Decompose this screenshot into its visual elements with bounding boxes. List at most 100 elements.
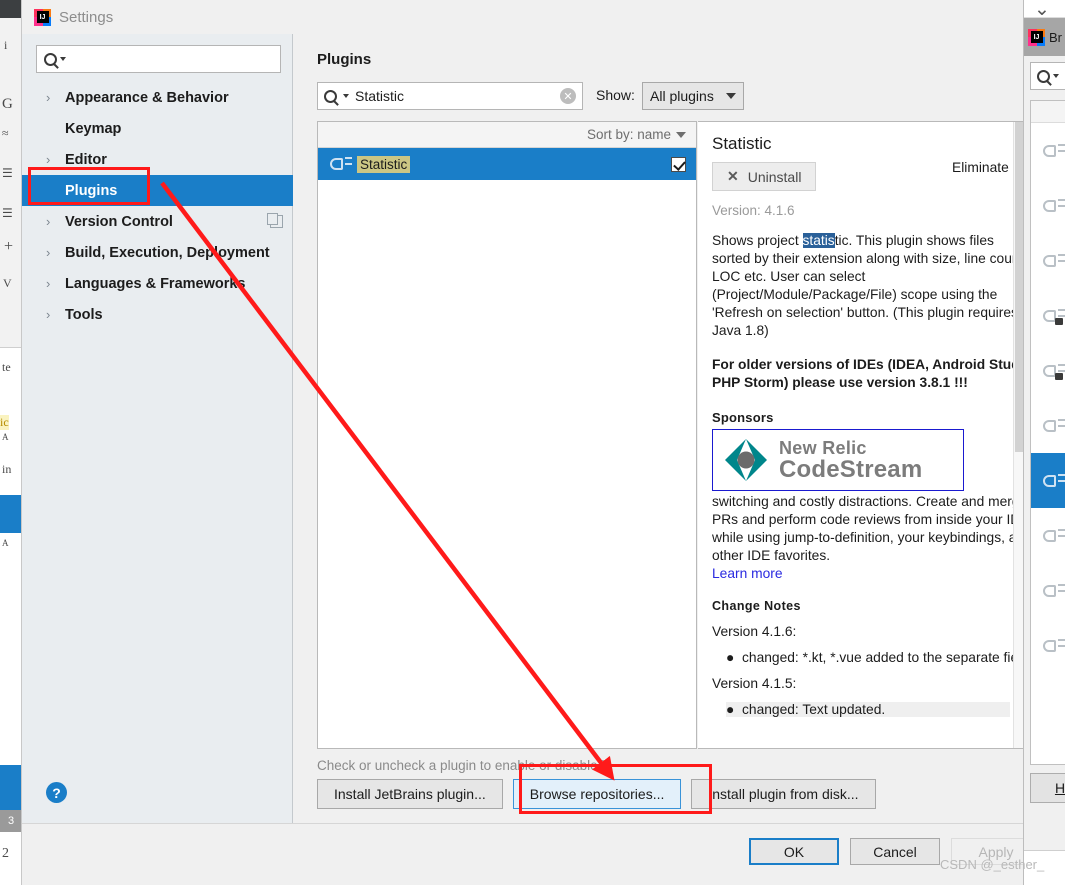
plugin-icon	[1039, 473, 1065, 489]
list-item[interactable]	[1031, 618, 1065, 673]
search-icon	[1037, 69, 1050, 83]
plugin-detail-title: Statistic	[712, 134, 772, 153]
plugin-icon	[1039, 528, 1065, 544]
bg-glyph-in: in	[2, 462, 12, 476]
settings-category-tree: › Appearance & Behavior Keymap › Editor …	[22, 82, 293, 330]
browse-repositories-window-sliver: ⌄ IJ Br H	[1024, 0, 1065, 885]
scrollbar-thumb[interactable]	[1015, 122, 1023, 452]
sidebar-item-label: Appearance & Behavior	[65, 89, 229, 106]
bg-glyph-2: 2	[2, 846, 9, 861]
sidebar-item-plugins[interactable]: Plugins	[22, 175, 293, 206]
sidebar-item-label: Keymap	[65, 120, 122, 137]
settings-dialog: IJ Settings › Appearance & Behavior Keym…	[22, 0, 1024, 885]
plugin-icon	[1039, 363, 1065, 380]
change-note-item: ● changed: Text updated.	[726, 702, 1010, 717]
sidebar-item-keymap[interactable]: Keymap	[22, 113, 293, 144]
change-note-item: ● changed: *.kt, *.vue added to the sepa…	[726, 650, 1024, 665]
sidebar-item-build-execution-deployment[interactable]: › Build, Execution, Deployment	[22, 237, 293, 268]
search-match-highlight: statis	[802, 233, 835, 248]
browse-repositories-button[interactable]: Browse repositories...	[512, 779, 682, 809]
clear-search-icon[interactable]: ✕	[560, 88, 576, 104]
sidebar-item-tools[interactable]: › Tools	[22, 299, 293, 330]
show-filter-value: All plugins	[650, 88, 714, 104]
list-item-selected[interactable]	[1031, 453, 1065, 508]
sponsor-banner[interactable]: New Relic CodeStream	[712, 429, 964, 491]
plugin-enabled-checkbox[interactable]	[671, 156, 686, 172]
screen-root: i G ≈ ☰ ☰ + V te ic A in te A 3 2 IJ Set…	[0, 0, 1065, 885]
sidebar-item-editor[interactable]: › Editor	[22, 144, 293, 175]
background-toolwindow-sliver: i G ≈ ☰ ☰ + V	[0, 18, 21, 348]
list-item[interactable]	[1031, 288, 1065, 343]
close-icon: ✕	[727, 168, 739, 184]
sponsor-name-line2: CodeStream	[779, 455, 923, 483]
background-bottom-sliver: 2	[0, 832, 21, 885]
uninstall-button[interactable]: ✕ Uninstall	[712, 162, 817, 191]
list-item[interactable]	[1031, 123, 1065, 178]
list-item[interactable]	[1031, 398, 1065, 453]
desc-line-pre: Shows project	[712, 233, 803, 248]
background-selected-row-2	[0, 765, 21, 810]
plugin-list: Sort by: name Statistic	[317, 121, 697, 749]
list-item[interactable]	[1031, 178, 1065, 233]
new-relic-logo-icon	[723, 437, 769, 483]
sidebar-item-label: Tools	[65, 306, 103, 323]
plugin-icon	[1039, 418, 1065, 434]
sidebar-item-appearance-behavior[interactable]: › Appearance & Behavior	[22, 82, 293, 113]
change-note-version: Version 4.1.6:	[712, 624, 797, 639]
chevron-down-icon	[726, 93, 736, 99]
plugin-name: Statistic	[357, 155, 411, 173]
desc-line-post: tic. This plugin shows files	[834, 233, 994, 248]
copy-settings-icon[interactable]	[267, 213, 283, 228]
bg-glyph-te: te	[2, 360, 11, 374]
background-help-button[interactable]: H	[1030, 773, 1065, 803]
learn-more-link[interactable]: Learn more	[712, 565, 1010, 583]
sponsor-description: switching and costly distractions. Creat…	[712, 493, 1023, 583]
bg-glyph-g: G	[2, 96, 13, 112]
plugin-description: Shows project statistic. This plugin sho…	[712, 232, 1023, 340]
background-plugin-list	[1030, 100, 1065, 765]
bg-glyph-i: i	[4, 38, 8, 52]
sidebar-item-version-control[interactable]: › Version Control	[22, 206, 293, 237]
chevron-right-icon: ›	[46, 276, 51, 291]
plugin-icon	[1039, 253, 1065, 269]
plugin-search-input[interactable]: Statistic ✕	[317, 82, 583, 110]
list-item[interactable]	[1031, 233, 1065, 288]
sponsor-desc-line: PRs and perform code reviews from inside…	[712, 512, 1021, 527]
ok-button[interactable]: OK	[749, 838, 839, 865]
install-plugin-from-disk-button[interactable]: Install plugin from disk...	[691, 779, 876, 809]
sidebar-item-label: Build, Execution, Deployment	[65, 244, 270, 261]
change-note-version: Version 4.1.5:	[712, 676, 797, 691]
bg-glyph-lines2: ☰	[2, 206, 13, 220]
search-icon	[44, 52, 57, 66]
list-item[interactable]	[1031, 563, 1065, 618]
help-button[interactable]: ?	[46, 782, 67, 803]
bg-glyph-ic: ic	[0, 415, 9, 430]
bg-glyph-a2: A	[2, 538, 9, 548]
background-window-titlebar: IJ Br	[1024, 18, 1065, 56]
plugin-list-header[interactable]: Sort by: name	[318, 122, 696, 148]
sort-by-label: Sort by: name	[586, 127, 671, 142]
background-list-header	[1031, 101, 1065, 123]
list-item[interactable]	[1031, 343, 1065, 398]
details-scrollbar[interactable]	[1013, 122, 1023, 748]
desc-line: Java 1.8)	[712, 323, 769, 338]
plugin-icon	[326, 156, 352, 172]
show-filter-dropdown[interactable]: All plugins	[642, 82, 744, 110]
background-titlebar-sliver	[0, 0, 21, 18]
cancel-button[interactable]: Cancel	[850, 838, 940, 865]
plugin-details-panel: Statistic ✕ Uninstall Version: 4.1.6 Sho…	[698, 121, 1024, 749]
background-search-input[interactable]	[1030, 62, 1065, 90]
intellij-idea-logo-icon: IJ	[1028, 28, 1045, 46]
install-jetbrains-plugin-button[interactable]: Install JetBrains plugin...	[317, 779, 503, 809]
background-help-label: H	[1054, 780, 1065, 796]
chevron-right-icon: ›	[46, 307, 51, 322]
dialog-titlebar: IJ Settings	[22, 0, 1023, 34]
intellij-idea-logo-icon: IJ	[34, 8, 51, 26]
sidebar-item-languages-frameworks[interactable]: › Languages & Frameworks	[22, 268, 293, 299]
list-item[interactable]	[1031, 508, 1065, 563]
sidebar-search-input[interactable]	[36, 45, 281, 73]
chevron-right-icon: ›	[46, 245, 51, 260]
bg-glyph-lines: ☰	[2, 166, 13, 180]
plugin-list-item-statistic[interactable]: Statistic	[318, 148, 696, 180]
sponsor-name-line1: New Relic	[779, 437, 867, 458]
